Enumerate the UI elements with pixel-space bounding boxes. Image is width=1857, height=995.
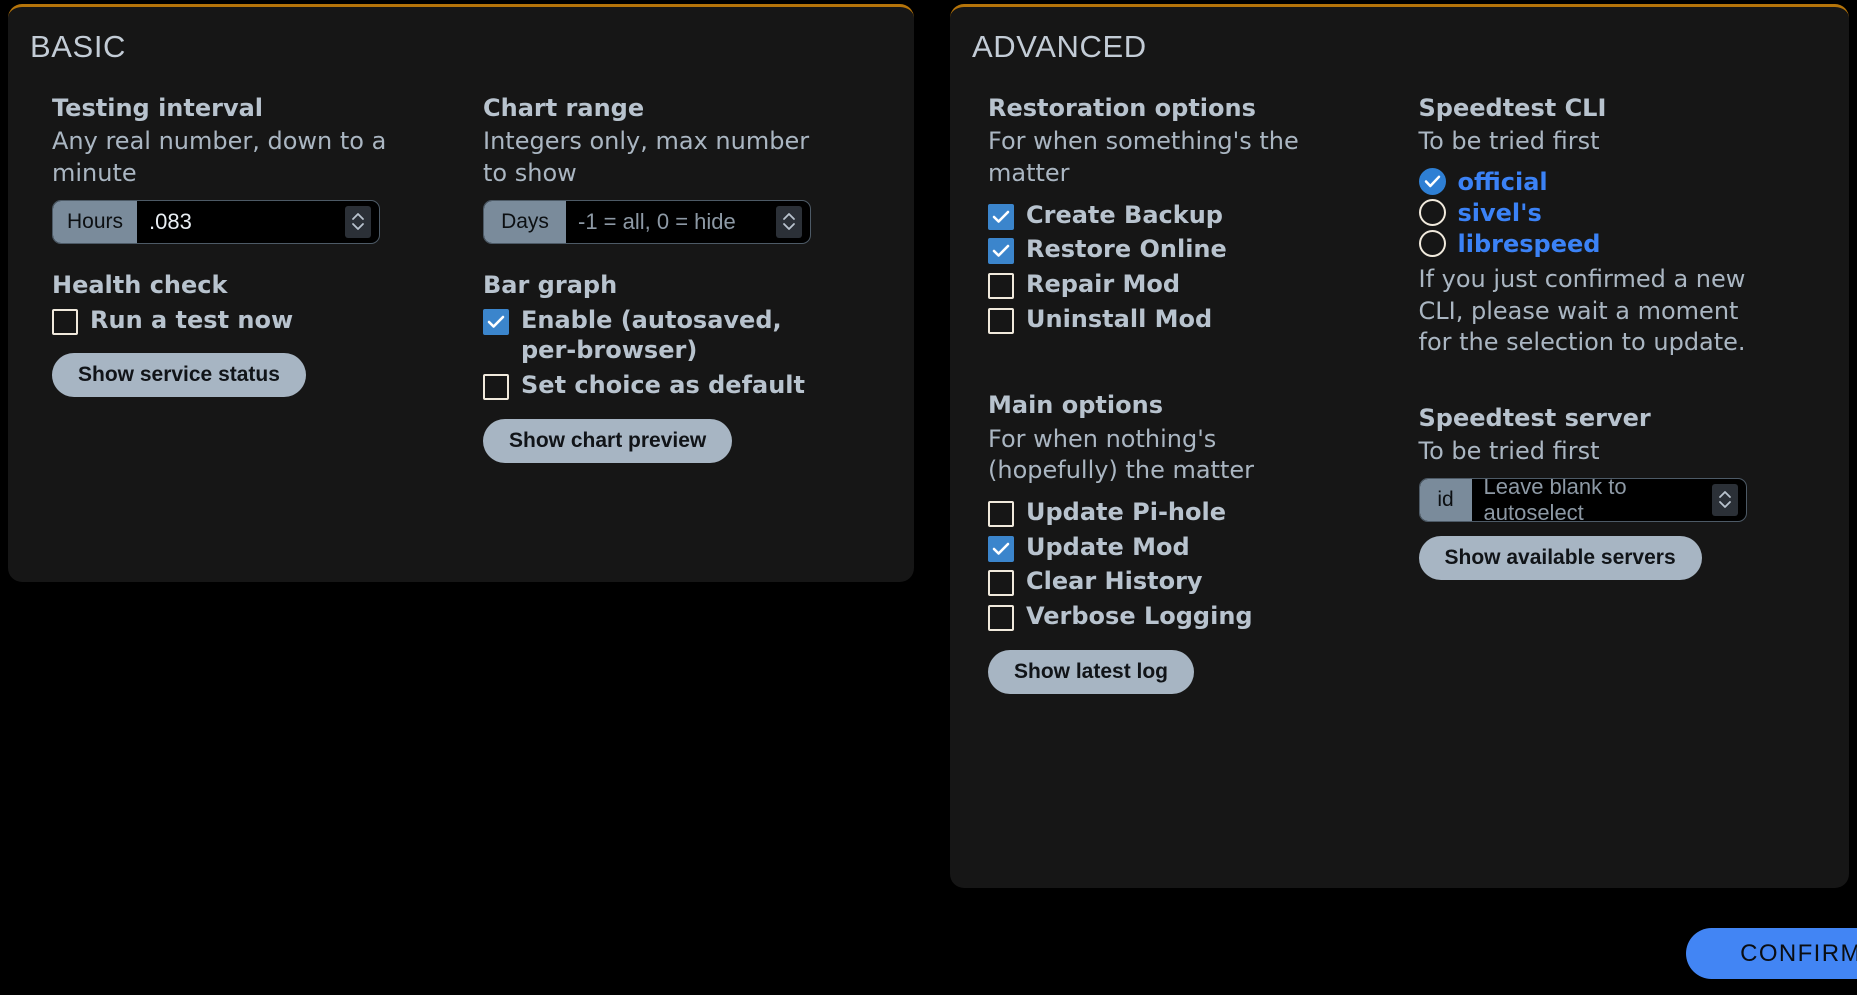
chart-range-group: Chart range Integers only, max number to… <box>483 93 914 244</box>
restoration-options-heading: Restoration options <box>988 94 1256 122</box>
basic-columns: Testing interval Any real number, down t… <box>8 65 914 463</box>
create-backup-row[interactable]: Create Backup <box>988 200 1348 231</box>
speedtest-server-subtext: To be tried first <box>1418 437 1600 466</box>
bar-graph-default-row[interactable]: Set choice as default <box>483 370 843 401</box>
basic-panel-title: BASIC <box>30 29 127 64</box>
uninstall-mod-row[interactable]: Uninstall Mod <box>988 304 1348 335</box>
speedtest-cli-heading: Speedtest CLI <box>1418 94 1607 122</box>
chart-range-unit-label: Days <box>484 200 566 243</box>
chart-range-input[interactable]: Days -1 = all, 0 = hide <box>483 199 811 244</box>
repair-mod-label: Repair Mod <box>1026 269 1181 298</box>
bar-graph-default-label: Set choice as default <box>521 371 805 400</box>
repair-mod-checkbox[interactable] <box>988 272 1014 299</box>
show-latest-log-button[interactable]: Show latest log <box>988 649 1195 694</box>
speedtest-cli-subtext: To be tried first <box>1418 127 1600 156</box>
testing-interval-stepper[interactable] <box>345 205 371 238</box>
speedtest-server-group: Speedtest server To be tried first id Le… <box>1418 403 1850 580</box>
testing-interval-unit-label: Hours <box>53 200 138 243</box>
clear-history-row[interactable]: Clear History <box>988 566 1348 597</box>
cli-sivels-row[interactable]: sivel's <box>1418 198 1850 227</box>
show-available-servers-button[interactable]: Show available servers <box>1418 535 1702 580</box>
chart-range-heading: Chart range <box>483 94 645 122</box>
show-service-status-button[interactable]: Show service status <box>52 353 306 398</box>
uninstall-mod-checkbox[interactable] <box>988 307 1014 334</box>
main-options-heading: Main options <box>988 391 1163 420</box>
main-options-subtext: For when nothing's (hopefully) the matte… <box>988 424 1255 485</box>
restore-online-row[interactable]: Restore Online <box>988 234 1348 265</box>
run-test-now-checkbox[interactable] <box>52 308 78 335</box>
health-check-group: Health check Run a test now Show service… <box>52 270 483 398</box>
restore-online-checkbox[interactable] <box>988 238 1014 265</box>
basic-right-column: Chart range Integers only, max number to… <box>483 93 914 463</box>
testing-interval-subtext: Any real number, down to a minute <box>52 127 387 187</box>
repair-mod-row[interactable]: Repair Mod <box>988 269 1348 300</box>
testing-interval-heading: Testing interval <box>52 94 264 122</box>
create-backup-label: Create Backup <box>1026 200 1223 229</box>
clear-history-checkbox[interactable] <box>988 570 1014 597</box>
update-pihole-row[interactable]: Update Pi-hole <box>988 497 1348 528</box>
bar-graph-heading: Bar graph <box>483 270 618 299</box>
cli-librespeed-row[interactable]: librespeed <box>1418 229 1850 258</box>
speedtest-server-id-value[interactable]: Leave blank to autoselect <box>1471 478 1712 521</box>
bar-graph-group: Bar graph Enable (autosaved, per-browser… <box>483 270 914 463</box>
bar-graph-enable-label: Enable (autosaved, per-browser) <box>521 305 782 365</box>
bar-graph-enable-checkbox[interactable] <box>483 308 509 335</box>
testing-interval-group: Testing interval Any real number, down t… <box>52 93 483 244</box>
testing-interval-input[interactable]: Hours .083 <box>52 199 380 244</box>
cli-sivels-label: sivel's <box>1457 198 1542 227</box>
settings-screen: BASIC Testing interval Any real number, … <box>0 0 1857 995</box>
confirm-button[interactable]: CONFIRM <box>1686 928 1857 979</box>
cli-sivels-radio[interactable] <box>1418 199 1446 227</box>
run-test-now-checkbox-row[interactable]: Run a test now <box>52 305 412 336</box>
update-mod-label: Update Mod <box>1026 532 1190 561</box>
run-test-now-label: Run a test now <box>90 305 294 334</box>
update-pihole-label: Update Pi-hole <box>1026 497 1227 526</box>
clear-history-label: Clear History <box>1026 567 1203 596</box>
speedtest-server-id-input[interactable]: id Leave blank to autoselect <box>1418 477 1747 522</box>
verbose-logging-row[interactable]: Verbose Logging <box>988 601 1348 632</box>
cli-official-row[interactable]: official <box>1418 167 1850 196</box>
verbose-logging-checkbox[interactable] <box>988 605 1014 632</box>
speedtest-cli-group: Speedtest CLI To be tried first official… <box>1418 93 1850 359</box>
main-options-group: Main options For when nothing's (hopeful… <box>988 390 1419 694</box>
create-backup-checkbox[interactable] <box>988 203 1014 230</box>
chart-range-stepper[interactable] <box>776 205 802 238</box>
advanced-panel: ADVANCED Restoration options For when so… <box>950 4 1849 888</box>
advanced-right-column: Speedtest CLI To be tried first official… <box>1418 93 1850 694</box>
bar-graph-enable-row[interactable]: Enable (autosaved, per-browser) <box>483 305 843 366</box>
uninstall-mod-label: Uninstall Mod <box>1026 304 1213 333</box>
cli-librespeed-radio[interactable] <box>1418 230 1446 258</box>
advanced-left-column: Restoration options For when something's… <box>988 93 1419 694</box>
bar-graph-default-checkbox[interactable] <box>483 374 509 401</box>
cli-librespeed-label: librespeed <box>1457 229 1601 258</box>
advanced-panel-title: ADVANCED <box>972 29 1147 64</box>
speedtest-server-heading: Speedtest server <box>1418 403 1651 432</box>
restore-online-label: Restore Online <box>1026 235 1227 264</box>
update-pihole-checkbox[interactable] <box>988 500 1014 527</box>
update-mod-row[interactable]: Update Mod <box>988 532 1348 563</box>
testing-interval-value[interactable]: .083 <box>137 200 345 243</box>
speedtest-server-id-prefix: id <box>1419 478 1472 521</box>
update-mod-checkbox[interactable] <box>988 535 1014 562</box>
cli-official-label: official <box>1457 167 1548 196</box>
basic-left-column: Testing interval Any real number, down t… <box>52 93 483 463</box>
restoration-options-subtext: For when something's the matter <box>988 127 1299 187</box>
health-check-heading: Health check <box>52 270 228 299</box>
advanced-columns: Restoration options For when something's… <box>950 65 1849 694</box>
chart-range-value[interactable]: -1 = all, 0 = hide <box>566 200 776 243</box>
restoration-options-group: Restoration options For when something's… <box>988 93 1419 334</box>
basic-panel: BASIC Testing interval Any real number, … <box>8 4 914 582</box>
speedtest-server-id-stepper[interactable] <box>1711 483 1738 516</box>
cli-official-radio[interactable] <box>1418 168 1446 196</box>
verbose-logging-label: Verbose Logging <box>1026 602 1253 631</box>
show-chart-preview-button[interactable]: Show chart preview <box>483 418 733 463</box>
speedtest-cli-note: If you just confirmed a new CLI, please … <box>1418 264 1746 357</box>
chart-range-subtext: Integers only, max number to show <box>483 127 810 187</box>
